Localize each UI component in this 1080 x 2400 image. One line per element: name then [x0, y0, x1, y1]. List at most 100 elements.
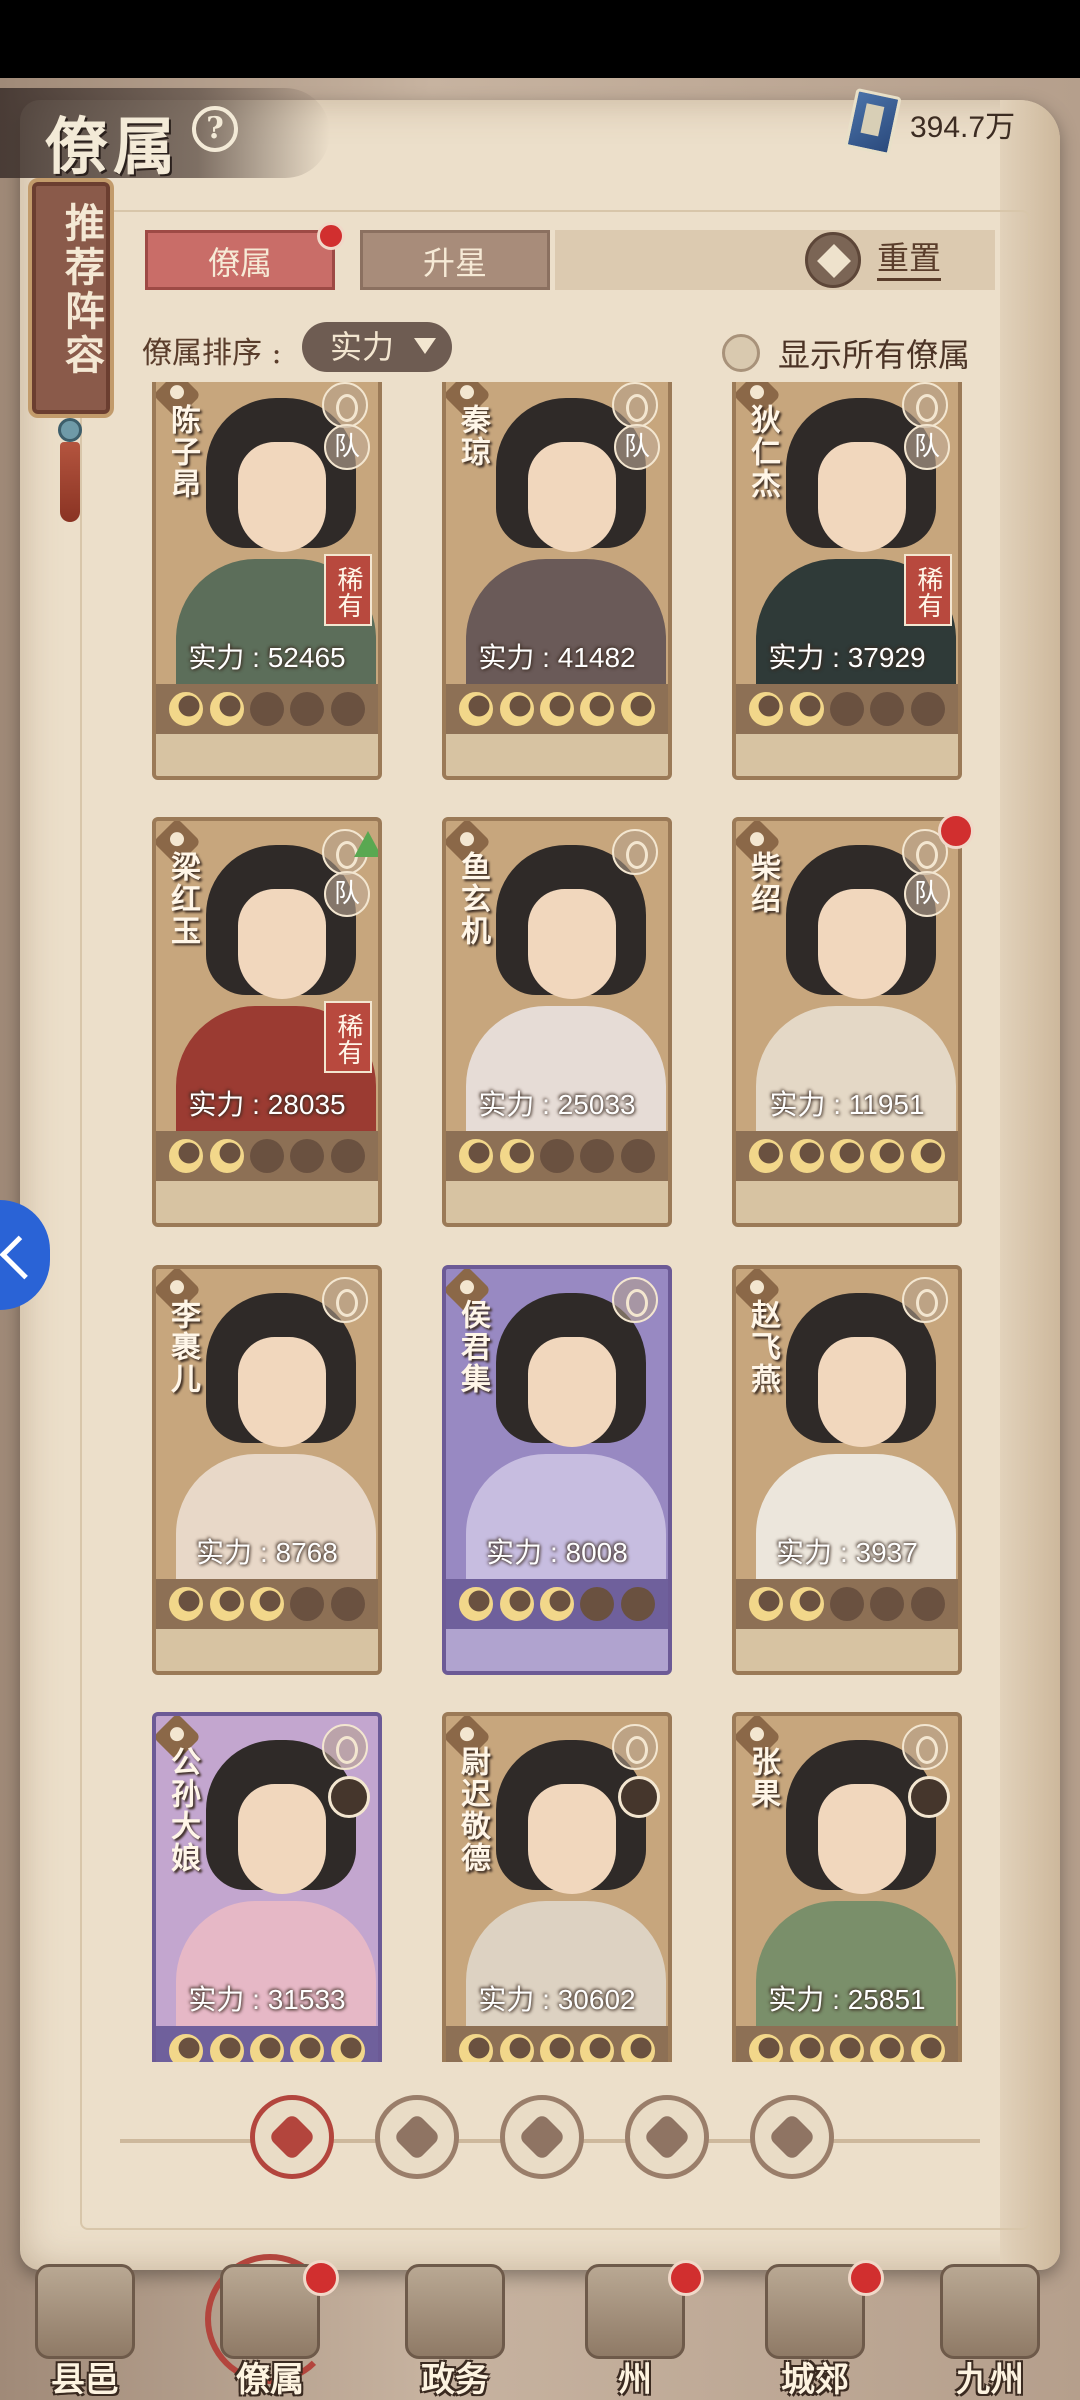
nav-item[interactable]: 县邑	[10, 2260, 160, 2400]
title-bar: 僚属 ? 394.7万	[0, 78, 1080, 188]
portrait-body	[756, 1454, 956, 1594]
power-value: 实力 : 52465	[188, 642, 346, 673]
moon-star-empty-icon	[330, 692, 365, 726]
recommended-lineup-tab[interactable]: 推荐阵容	[28, 178, 114, 418]
team-badge: 队	[324, 871, 370, 917]
sort-dropdown[interactable]: 实力	[302, 322, 452, 372]
power-value: 实力 : 30602	[478, 1984, 636, 2015]
rare-badge: 稀有	[324, 1001, 372, 1073]
show-all-label: 显示所有僚属	[778, 336, 971, 374]
all-filter-button[interactable]	[250, 2095, 334, 2179]
retainer-name: 尉迟敬德	[455, 1746, 490, 1874]
notification-dot	[848, 2260, 884, 2296]
moon-star-filled-icon	[910, 2034, 945, 2062]
retainer-card[interactable]: 梁红玉 队稀有 实力 : 28035	[152, 817, 382, 1227]
help-icon[interactable]: ?	[192, 106, 238, 152]
moon-star-empty-icon	[829, 692, 864, 726]
reset-button[interactable]: 重置	[805, 230, 975, 290]
portrait-face	[238, 1337, 326, 1447]
moon-star-empty-icon	[330, 1139, 365, 1173]
retainer-name: 李裹儿	[165, 1299, 200, 1395]
tab-star-up[interactable]: 升星	[360, 230, 550, 290]
portrait-face	[528, 442, 616, 552]
filter-row	[120, 2095, 980, 2185]
moon-star-filled-icon	[749, 692, 784, 726]
moon-star-empty-icon	[539, 1139, 574, 1173]
bottom-nav: 县邑 僚属 政务 州 城郊 九州	[0, 2254, 1080, 2400]
show-all-toggle[interactable]: 显示所有僚属	[722, 322, 992, 378]
nav-label: 僚属	[236, 2360, 304, 2400]
power-value: 实力 : 31533	[188, 1984, 346, 2015]
notification-dot	[938, 813, 974, 849]
retainer-card[interactable]: 鱼玄机 实力 : 25033	[442, 817, 672, 1227]
nav-label: 九州	[956, 2360, 1024, 2400]
moon-star-filled-icon	[499, 1139, 534, 1173]
nav-item[interactable]: 政务	[380, 2260, 530, 2400]
moon-star-filled-icon	[789, 2034, 824, 2062]
power-value: 实力 : 8768	[196, 1537, 338, 1568]
moon-star-filled-icon	[539, 2034, 574, 2062]
scholar-filter-button[interactable]	[500, 2095, 584, 2179]
nav-item[interactable]: 州	[560, 2260, 710, 2400]
sort-label: 僚属排序 :	[142, 336, 282, 371]
card-footer	[736, 734, 958, 776]
fan-filter-button[interactable]	[625, 2095, 709, 2179]
power-value: 实力 : 25851	[768, 1984, 926, 2015]
moon-star-filled-icon	[789, 692, 824, 726]
retainer-card[interactable]: 陈子昂 队稀有 实力 : 52465	[152, 382, 382, 780]
upgrade-arrow-icon	[354, 831, 378, 857]
skill-emblem-icon	[902, 1277, 948, 1323]
retainer-card[interactable]: 柴绍 队实力 : 11951	[732, 817, 962, 1227]
power-value: 实力 : 3937	[776, 1537, 918, 1568]
power-value: 实力 : 25033	[478, 1089, 636, 1120]
retainer-card[interactable]: 赵飞燕实力 : 3937	[732, 1265, 962, 1675]
beast-filter-button[interactable]	[750, 2095, 834, 2179]
moon-star-filled-icon	[330, 2034, 365, 2062]
retainer-name: 赵飞燕	[745, 1299, 780, 1395]
power-value: 实力 : 11951	[769, 1089, 925, 1120]
tab-star-up-label: 升星	[422, 244, 487, 282]
moon-star-filled-icon	[169, 1587, 204, 1621]
portrait-face	[528, 889, 616, 999]
retainer-name: 陈子昂	[165, 404, 200, 500]
moon-star-empty-icon	[910, 1587, 945, 1621]
power-value: 实力 : 37929	[768, 642, 926, 673]
tab-retainers[interactable]: 僚属	[145, 230, 335, 290]
moon-star-empty-icon	[829, 1587, 864, 1621]
recommended-lineup-label: 推荐阵容	[58, 202, 105, 378]
retainer-card[interactable]: 公孙大娘 实力 : 31533	[152, 1712, 382, 2062]
moon-star-filled-icon	[169, 692, 204, 726]
moon-star-empty-icon	[290, 1587, 325, 1621]
retainer-card[interactable]: 秦琼 队实力 : 41482	[442, 382, 672, 780]
moon-star-filled-icon	[580, 2034, 615, 2062]
currency-display[interactable]: 394.7万	[844, 87, 1050, 157]
star-row	[736, 1131, 958, 1181]
moon-star-empty-icon	[620, 1587, 655, 1621]
retainer-card[interactable]: 狄仁杰 队稀有 实力 : 37929	[732, 382, 962, 780]
portrait-face	[238, 442, 326, 552]
nav-item[interactable]: 僚属	[195, 2254, 345, 2400]
retainer-card[interactable]: 侯君集 实力 : 8008	[442, 1265, 672, 1675]
portrait-body	[756, 1901, 956, 2041]
moon-star-filled-icon	[209, 692, 244, 726]
portrait-face	[528, 1337, 616, 1447]
caret-down-icon	[414, 338, 436, 354]
portrait-body	[466, 559, 666, 699]
skill-emblem-icon	[612, 382, 658, 428]
portrait-body	[756, 1006, 956, 1146]
star-row	[156, 684, 378, 734]
sort-row: 僚属排序 : 实力 显示所有僚属	[142, 322, 992, 378]
nav-item[interactable]: 九州	[915, 2260, 1065, 2400]
retainer-card[interactable]: 李裹儿实力 : 8768	[152, 1265, 382, 1675]
moon-star-filled-icon	[459, 692, 494, 726]
skill-emblem-icon	[612, 1724, 658, 1770]
show-all-radio[interactable]	[722, 334, 760, 372]
nav-item[interactable]: 城郊	[740, 2260, 890, 2400]
tab-bar: 僚属 升星 重置	[145, 222, 995, 290]
moon-star-empty-icon	[290, 692, 325, 726]
portrait-face	[238, 1784, 326, 1894]
civil-filter-button[interactable]	[375, 2095, 459, 2179]
retainer-card[interactable]: 尉迟敬德实力 : 30602	[442, 1712, 672, 2062]
retainer-card[interactable]: 张果 实力 : 25851	[732, 1712, 962, 2062]
retainer-grid[interactable]: 陈子昂队稀有 实力 : 52465 秦琼队实力 : 41482 狄仁杰队稀有 实力 : …	[140, 382, 980, 2062]
